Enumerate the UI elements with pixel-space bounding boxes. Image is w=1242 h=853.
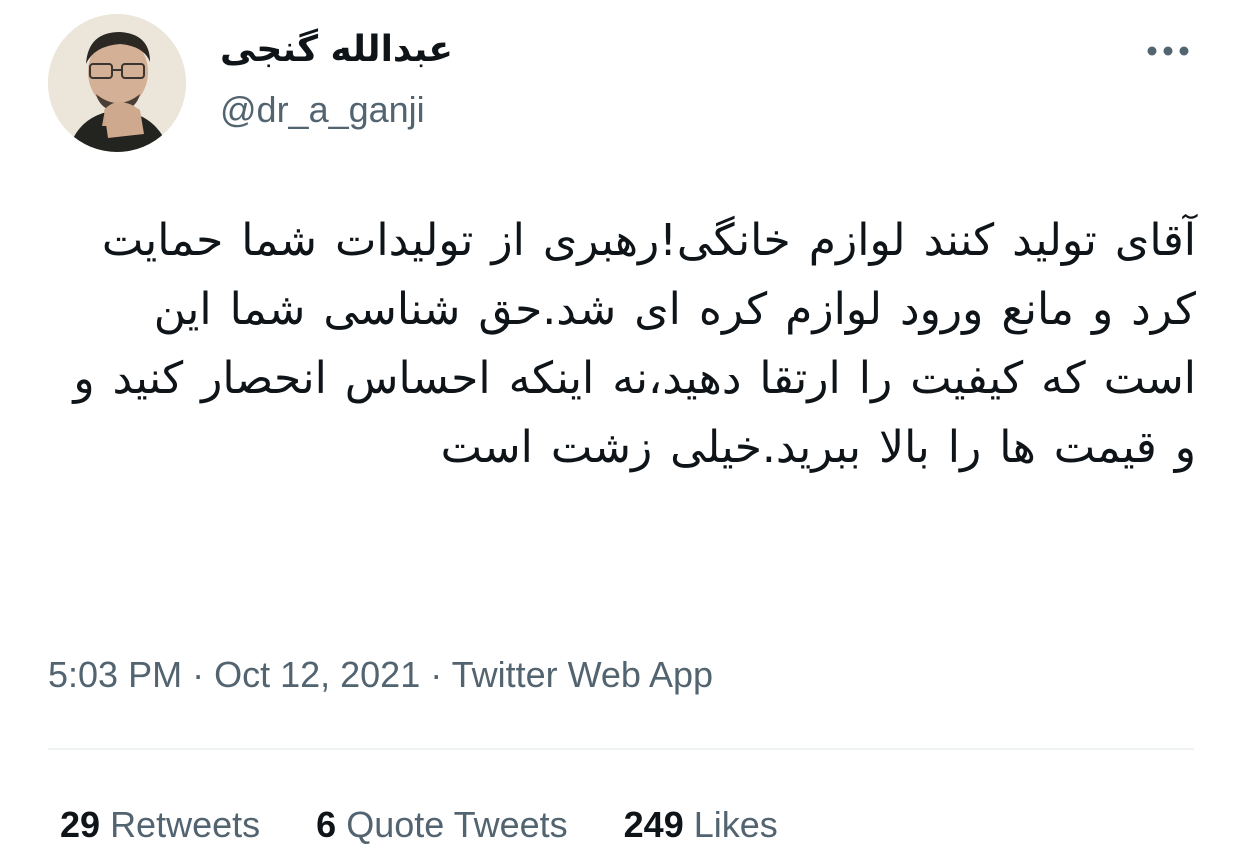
divider <box>48 748 1194 750</box>
quote-tweets-stat[interactable]: 6 Quote Tweets <box>316 800 568 850</box>
retweets-stat[interactable]: 29 Retweets <box>60 800 260 850</box>
author-display-name[interactable]: عبدالله گنجی <box>220 26 453 74</box>
tweet-time[interactable]: 5:03 PM <box>48 654 182 695</box>
quote-tweets-count: 6 <box>316 804 337 845</box>
retweets-count: 29 <box>60 804 101 845</box>
tweet-text: آقای تولید کنند لوازم خانگی!رهبری از تول… <box>73 215 1196 473</box>
tweet-metadata: 5:03 PM · Oct 12, 2021 · Twitter Web App <box>48 650 713 700</box>
author-handle[interactable]: @dr_a_ganji <box>220 86 425 134</box>
author-avatar[interactable] <box>48 14 186 152</box>
likes-count: 249 <box>623 804 684 845</box>
tweet-source[interactable]: Twitter Web App <box>452 654 713 695</box>
likes-label: Likes <box>693 804 778 845</box>
tweet-date[interactable]: Oct 12, 2021 <box>214 654 420 695</box>
meta-separator: · <box>420 654 452 695</box>
tweet-stats: 29 Retweets 6 Quote Tweets 249 Likes <box>60 800 834 850</box>
retweets-label: Retweets <box>110 804 261 845</box>
more-horizontal-icon <box>1147 46 1189 56</box>
meta-separator: · <box>182 654 215 695</box>
quote-tweets-label: Quote Tweets <box>346 804 568 845</box>
more-options-button[interactable] <box>1140 34 1196 68</box>
likes-stat[interactable]: 249 Likes <box>624 800 778 850</box>
